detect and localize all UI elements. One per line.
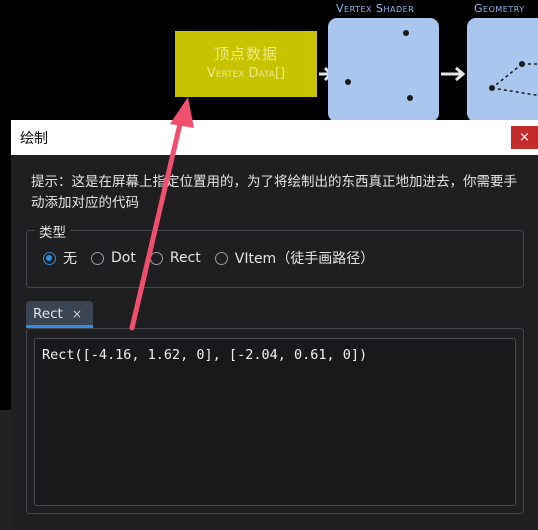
radio-unchecked-icon[interactable] <box>149 251 163 265</box>
radio-label: 无 <box>63 251 77 267</box>
tip-text: 提示：这是在屏幕上指定位置用的，为了将绘制出的东西真正地加进去，你需要手动添加对… <box>31 174 517 211</box>
radio-label: Rect <box>169 250 201 266</box>
geometry-stage <box>467 18 538 122</box>
type-radio-row: 无 Dot Rect VItem（徒手画路径） <box>43 248 388 268</box>
radio-rect[interactable]: Rect <box>149 250 201 266</box>
dialog-titlebar[interactable]: 绘制 × <box>11 120 538 155</box>
tab-rect[interactable]: Rect × <box>26 301 93 328</box>
vertex-shader-stage <box>328 18 439 122</box>
radio-none[interactable]: 无 <box>43 248 77 268</box>
geometry-triangle-icon <box>489 61 538 97</box>
radio-dot[interactable]: Dot <box>91 250 136 266</box>
vertex-point <box>345 79 351 85</box>
radio-label: Dot <box>111 250 136 266</box>
vertex-data-english-label: Vertex Data[] <box>206 66 286 81</box>
editor-panel: Rect([-4.16, 1.62, 0], [-2.04, 0.61, 0]) <box>26 328 524 514</box>
vertex-data-chinese-label: 顶点数据 <box>213 45 278 63</box>
pipeline-arrow-icon <box>441 66 465 82</box>
code-editor[interactable]: Rect([-4.16, 1.62, 0], [-2.04, 0.61, 0]) <box>34 338 516 506</box>
radio-unchecked-icon[interactable] <box>214 251 228 265</box>
stage-label-geometry: Geometry <box>474 2 525 15</box>
type-groupbox: 类型 无 Dot Rect VItem（徒手画路径） <box>26 221 524 288</box>
vertex-data-box: 顶点数据 Vertex Data[] <box>175 31 317 97</box>
draw-dialog: 绘制 × 提示：这是在屏幕上指定位置用的，为了将绘制出的东西真正地加进去，你需要… <box>11 120 538 530</box>
type-group-title: 类型 <box>35 221 70 241</box>
vertex-point <box>403 30 409 36</box>
tab-label: Rect <box>33 306 63 322</box>
radio-unchecked-icon[interactable] <box>91 251 104 265</box>
dialog-title: 绘制 <box>20 131 48 147</box>
radio-vitem[interactable]: VItem（徒手画路径） <box>214 248 375 268</box>
stage-label-vertex-shader: Vertex Shader <box>336 2 415 15</box>
background-strip <box>0 410 11 530</box>
radio-checked-icon[interactable] <box>43 251 56 265</box>
radio-label: VItem（徒手画路径） <box>234 251 375 267</box>
tab-close-icon[interactable]: × <box>72 307 82 321</box>
close-button[interactable]: × <box>511 126 538 149</box>
vertex-point <box>407 95 413 101</box>
background-pipeline-diagram: 顶点数据 Vertex Data[] Vertex Shader Geometr… <box>0 0 538 122</box>
